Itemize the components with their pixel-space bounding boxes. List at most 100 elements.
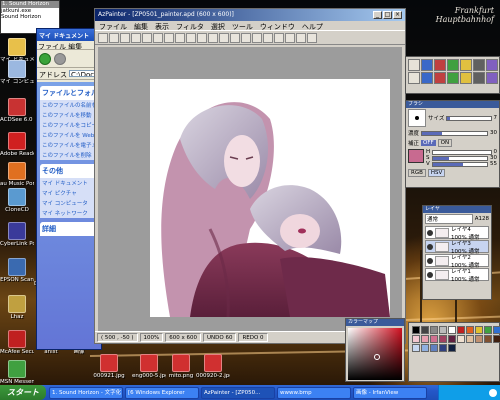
taskbar-button[interactable]: AzPainter - [ZP050... — [201, 386, 275, 399]
file-task-link[interactable]: このファイルを電子メ — [40, 140, 98, 150]
tool-button-icon[interactable] — [408, 72, 420, 84]
maximize-button[interactable]: □ — [383, 11, 392, 19]
toolbar-button-icon[interactable] — [219, 33, 229, 43]
toolbar-button-icon[interactable] — [285, 33, 295, 43]
color-swatch[interactable] — [493, 335, 500, 343]
tool-button-icon[interactable] — [447, 59, 459, 71]
explorer-menu-bar[interactable]: ファイル 編集 — [37, 41, 101, 50]
taskbar-button[interactable]: wwww.bmp — [277, 386, 351, 399]
color-swatch[interactable] — [412, 344, 420, 352]
color-swatch[interactable] — [412, 335, 420, 343]
tool-button-icon[interactable] — [434, 72, 446, 84]
layer-item[interactable]: レイヤ2 100% 通常 — [425, 254, 489, 269]
file-task-link[interactable]: このファイルを移動 — [40, 110, 98, 120]
painter-title-bar[interactable]: AzPainter - [ZP0501_painter.apd (600 x 6… — [95, 9, 405, 21]
color-swatch[interactable] — [421, 344, 429, 352]
file-task-link[interactable]: このファイルの名前を — [40, 100, 98, 110]
menu-item[interactable]: ツール — [232, 22, 253, 31]
color-swatch[interactable] — [412, 326, 420, 334]
forward-arrow-icon[interactable] — [54, 53, 66, 65]
toolbar-button-icon[interactable] — [197, 33, 207, 43]
color-swatch[interactable] — [439, 326, 447, 334]
toolbar-button-icon[interactable] — [252, 33, 262, 43]
color-swatch[interactable] — [466, 326, 474, 334]
color-swatch[interactable] — [439, 344, 447, 352]
tray-icon[interactable] — [489, 388, 497, 397]
explorer-title-bar[interactable]: マイ ドキュメント — [37, 29, 101, 41]
tool-button-icon[interactable] — [434, 59, 446, 71]
desktop-icon[interactable]: Adobe Reader 6.0 — [0, 132, 34, 157]
color-swatch[interactable] — [457, 335, 465, 343]
color-swatch[interactable] — [466, 335, 474, 343]
color-swatch[interactable] — [493, 326, 500, 334]
toolbar-button-icon[interactable] — [241, 33, 251, 43]
desktop-icon[interactable]: 000920-2.jpg — [196, 354, 230, 379]
tool-button-icon[interactable] — [460, 72, 472, 84]
toolbar-button-icon[interactable] — [109, 33, 119, 43]
mode-off-button[interactable]: OFF — [421, 140, 436, 146]
layer-visibility-icon[interactable] — [427, 243, 433, 250]
color-swatch[interactable] — [457, 326, 465, 334]
tool-button-icon[interactable] — [421, 72, 433, 84]
desktop-icon[interactable]: au Music Port — [0, 162, 34, 187]
taskbar-button[interactable]: 1. Sound Horizon - 文字化 — [49, 386, 123, 399]
color-swatch[interactable] — [484, 335, 492, 343]
menu-item[interactable]: 編集 — [134, 22, 148, 31]
tool-button-icon[interactable] — [473, 72, 485, 84]
toolbar-button-icon[interactable] — [186, 33, 196, 43]
mode-on-button[interactable]: ON — [437, 139, 453, 147]
taskbar-button[interactable]: 画像 - IrfanView — [353, 386, 427, 399]
color-swatch[interactable] — [475, 326, 483, 334]
tool-button-icon[interactable] — [408, 59, 420, 71]
explorer-window[interactable]: マイ ドキュメント ファイル 編集 アドレス C:\Documents ファイル… — [36, 28, 102, 350]
azpainter-window[interactable]: AzPainter - [ZP0501_painter.apd (600 x 6… — [94, 8, 406, 344]
color-picker-cursor[interactable] — [374, 354, 380, 360]
color-swatch[interactable] — [421, 326, 429, 334]
tool-button-icon[interactable] — [473, 59, 485, 71]
desktop-icon[interactable]: CyberLink PowerDVD — [0, 222, 34, 247]
desktop-icon[interactable]: 000921.jpg — [92, 354, 126, 379]
back-arrow-icon[interactable] — [39, 53, 51, 65]
file-tasks-header[interactable]: ファイルとフォルダのタスク — [40, 86, 98, 100]
tool-button-icon[interactable] — [421, 59, 433, 71]
hsv-mode-button[interactable]: HSV — [427, 169, 446, 177]
channel-slider[interactable] — [432, 149, 492, 155]
blend-mode-select[interactable]: 通常 — [425, 214, 473, 224]
color-swatch[interactable] — [430, 335, 438, 343]
toolbar-button-icon[interactable] — [120, 33, 130, 43]
other-place-link[interactable]: マイ ドキュメント — [40, 178, 98, 188]
toolbar-button-icon[interactable] — [274, 33, 284, 43]
layer-visibility-icon[interactable] — [427, 229, 433, 236]
toolbar-button-icon[interactable] — [230, 33, 240, 43]
menu-item[interactable]: 選択 — [211, 22, 225, 31]
desktop-icon[interactable]: CloneCD — [0, 188, 34, 213]
rgb-mode-button[interactable]: RGB — [408, 169, 426, 177]
layer-visibility-icon[interactable] — [427, 271, 433, 278]
channel-slider[interactable] — [431, 155, 488, 161]
desktop-icon[interactable]: MSN Messenger 7.0 — [0, 360, 34, 385]
toolbar-button-icon[interactable] — [153, 33, 163, 43]
channel-slider[interactable] — [431, 161, 488, 167]
toolbar-button-icon[interactable] — [131, 33, 141, 43]
color-map-field[interactable] — [348, 328, 402, 380]
toolbar-button-icon[interactable] — [296, 33, 306, 43]
layer-visibility-icon[interactable] — [427, 257, 433, 264]
color-swatch[interactable] — [430, 326, 438, 334]
other-place-link[interactable]: マイ コンピュータ — [40, 198, 98, 208]
details-header[interactable]: 詳細 — [40, 222, 98, 236]
file-task-link[interactable]: このファイルを Web に — [40, 130, 98, 140]
current-color-swatch[interactable] — [408, 149, 424, 163]
layer-item[interactable]: レイヤ1 100% 通常 — [425, 268, 489, 283]
tool-button-icon[interactable] — [447, 72, 459, 84]
color-swatch[interactable] — [448, 326, 456, 334]
brush-density-slider[interactable] — [421, 130, 488, 136]
menu-item[interactable]: フィルタ — [176, 22, 204, 31]
toolbar-button-icon[interactable] — [98, 33, 108, 43]
toolbar-button-icon[interactable] — [307, 33, 317, 43]
color-swatch[interactable] — [430, 344, 438, 352]
color-swatch[interactable] — [484, 326, 492, 334]
tool-button-icon[interactable] — [486, 72, 498, 84]
file-task-link[interactable]: このファイルをコピー — [40, 120, 98, 130]
start-button[interactable]: スタート — [0, 385, 46, 400]
desktop-icon[interactable]: EPSON Scan — [0, 258, 34, 283]
